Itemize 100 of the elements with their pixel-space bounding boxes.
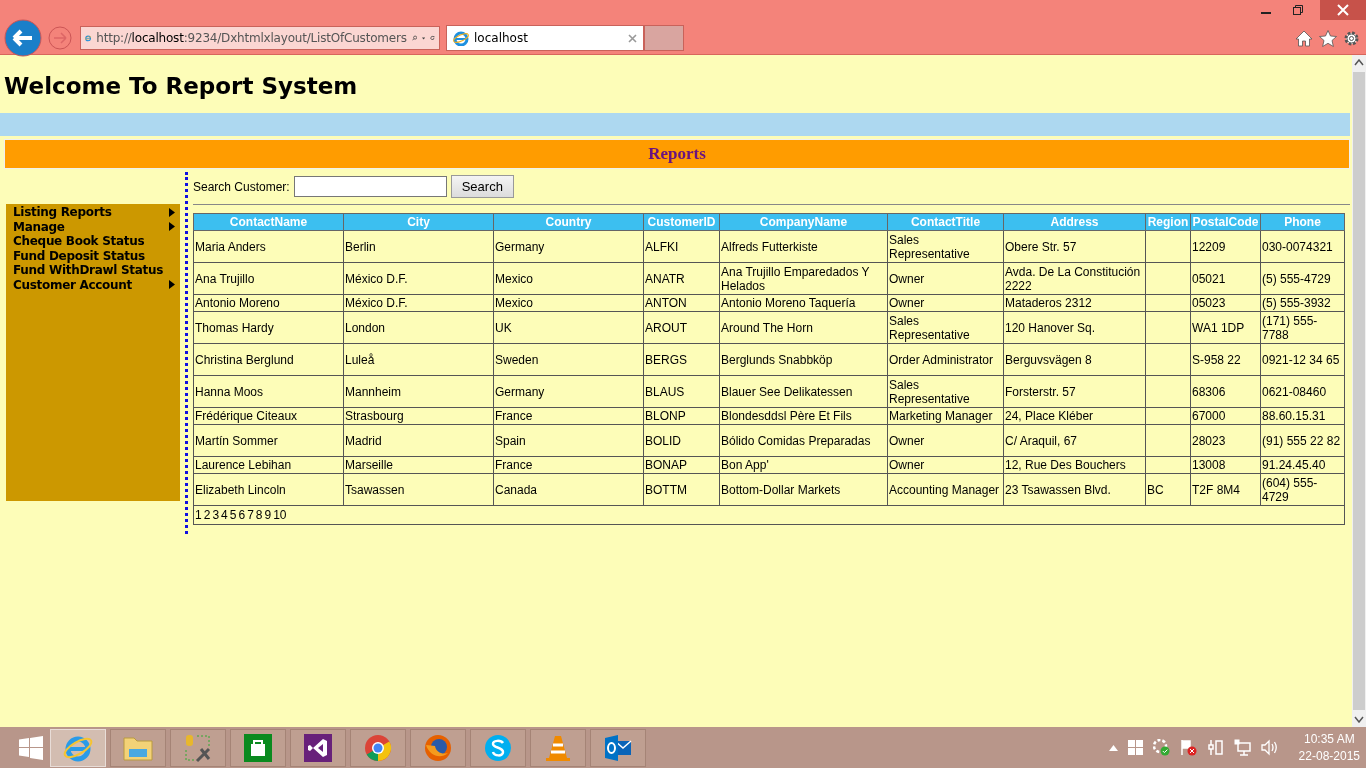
table-cell: (5) 555-4729 xyxy=(1262,271,1331,286)
speaker-icon[interactable] xyxy=(1260,739,1278,756)
table-cell: Marketing Manager xyxy=(889,409,993,423)
scroll-thumb[interactable] xyxy=(1353,72,1365,710)
page-link[interactable]: 10 xyxy=(273,508,287,522)
table-cell: Madrid xyxy=(345,433,382,448)
search-field[interactable] xyxy=(293,176,447,197)
table-cell: WA1 1DP xyxy=(1192,320,1245,335)
table-cell: 0621-08460 xyxy=(1262,384,1327,399)
page-link[interactable]: 6 xyxy=(238,508,246,522)
page-link[interactable]: 9 xyxy=(264,508,272,522)
windows-logo-icon[interactable] xyxy=(1127,740,1143,755)
close-button[interactable] xyxy=(1320,0,1366,20)
table-cell: S-958 22 xyxy=(1192,352,1241,367)
power-plug-icon[interactable] xyxy=(1206,739,1224,756)
submenu-arrow-icon xyxy=(169,280,175,290)
menu-item[interactable]: Customer Account xyxy=(13,277,175,292)
menu-item[interactable]: Cheque Book Status xyxy=(13,234,175,249)
table-cell: T2F 8M4 xyxy=(1192,482,1240,497)
new-tab-button[interactable] xyxy=(644,25,684,51)
table-cell: ALFKI xyxy=(645,239,679,254)
table-cell: Thomas Hardy xyxy=(195,320,274,335)
browser-tab[interactable]: localhost xyxy=(446,25,644,51)
taskbar-app-button[interactable] xyxy=(290,728,346,767)
sync-status-icon[interactable] xyxy=(1152,739,1170,756)
network-icon[interactable] xyxy=(1233,739,1251,756)
table-cell: Antonio Moreno Taquería xyxy=(721,296,856,310)
menu-item[interactable]: Fund WithDrawl Status xyxy=(13,263,175,278)
page-link[interactable]: 7 xyxy=(247,508,254,522)
table-cell: Bottom-Dollar Markets xyxy=(721,482,841,497)
home-icon[interactable] xyxy=(1295,29,1313,47)
table-cell: 68306 xyxy=(1192,384,1226,399)
menu-item[interactable]: Fund Deposit Status xyxy=(13,248,175,263)
start-icon[interactable] xyxy=(19,735,43,760)
close-icon[interactable] xyxy=(628,33,637,43)
table-cell: Mannheim xyxy=(345,384,402,399)
table-cell: Mataderos 2312 xyxy=(1005,296,1092,310)
table-cell: Owner xyxy=(889,433,925,448)
table-cell: Tsawassen xyxy=(345,482,405,497)
tools-icon xyxy=(183,732,213,763)
address-bar[interactable]: http://localhost:9234/Dxhtmlxlayout/ListOfCustomers xyxy=(80,26,440,50)
table-cell: Blauer See Delikatessen xyxy=(721,384,853,399)
scroll-up-icon[interactable] xyxy=(1354,59,1364,66)
settings-icon[interactable] xyxy=(1343,29,1360,47)
dropdown-caret-icon[interactable] xyxy=(422,35,426,41)
taskbar-app-button[interactable] xyxy=(590,728,646,767)
browser-logo-icon xyxy=(453,30,469,46)
table-cell: Marseille xyxy=(345,458,393,472)
menu-item[interactable]: Manage xyxy=(13,219,175,234)
page-link[interactable]: 8 xyxy=(255,508,263,522)
table-cell: 05021 xyxy=(1192,271,1226,286)
back-icon[interactable] xyxy=(4,19,42,57)
star-icon[interactable] xyxy=(1319,29,1337,47)
table-cell: Bon App' xyxy=(721,458,769,472)
page-link[interactable]: 2 xyxy=(203,508,211,522)
table-cell: Germany xyxy=(495,239,545,254)
table-cell: 12, Rue Des Bouchers xyxy=(1005,458,1126,472)
table-cell: 030-0074321 xyxy=(1262,239,1333,254)
table-cell: BONAP xyxy=(645,458,687,472)
table-cell: Around The Horn xyxy=(721,320,813,335)
table-cell: (5) 555-3932 xyxy=(1262,296,1331,310)
taskbar-app-button[interactable] xyxy=(230,728,286,767)
scroll-down-icon[interactable] xyxy=(1354,716,1364,723)
table-cell: Germany xyxy=(495,384,545,399)
table-cell: Accounting Manager xyxy=(889,482,1000,497)
table-cell: Owner xyxy=(889,296,925,310)
table-cell: Blondesddsl Père Et Fils xyxy=(721,409,852,423)
table-cell: Sales Representative xyxy=(889,313,970,342)
table-cell: Hanna Moos xyxy=(195,384,264,399)
table-cell: Frédérique Citeaux xyxy=(195,409,298,423)
table-cell: Ana Trujillo xyxy=(195,271,255,286)
page-link[interactable]: 3 xyxy=(212,508,220,522)
table-cell: Ana Trujillo Emparedados Y Helados xyxy=(721,264,870,293)
table-cell: Berguvsvägen 8 xyxy=(1005,352,1092,367)
tray-expand-icon[interactable] xyxy=(1108,744,1118,751)
restore-icon[interactable] xyxy=(1292,4,1304,16)
table-cell: 0921-12 34 65 xyxy=(1262,352,1340,367)
search-button[interactable]: Search xyxy=(450,175,514,198)
table-cell: Strasbourg xyxy=(345,409,404,423)
page-link[interactable]: 1 xyxy=(195,508,202,522)
table-cell: France xyxy=(495,458,533,472)
table-cell: AROUT xyxy=(645,320,687,335)
table-cell: Alfreds Futterkiste xyxy=(721,239,818,254)
envelope-letter-icon xyxy=(603,732,633,763)
table-cell: Owner xyxy=(889,271,925,286)
url-text: http://localhost:9234/Dxhtmlxlayout/ListOfCustomers xyxy=(96,31,407,45)
table-cell: C/ Araquil, 67 xyxy=(1005,433,1078,448)
table-cell: 05023 xyxy=(1192,296,1226,310)
table-cell: 13008 xyxy=(1192,458,1226,472)
page-link[interactable]: 4 xyxy=(221,508,228,522)
table-cell: BLONP xyxy=(645,409,686,423)
table-cell: Luleå xyxy=(345,352,375,367)
flag-error-icon[interactable] xyxy=(1179,739,1197,756)
menu-item[interactable]: Listing Reports xyxy=(13,205,175,220)
table-cell: Mexico xyxy=(495,296,533,310)
table-cell: 28023 xyxy=(1192,433,1226,448)
page-link[interactable]: 5 xyxy=(229,508,237,522)
table-cell: (91) 555 22 82 xyxy=(1262,433,1341,448)
scrollbar[interactable] xyxy=(1352,55,1366,727)
table-cell: Owner xyxy=(889,458,925,472)
